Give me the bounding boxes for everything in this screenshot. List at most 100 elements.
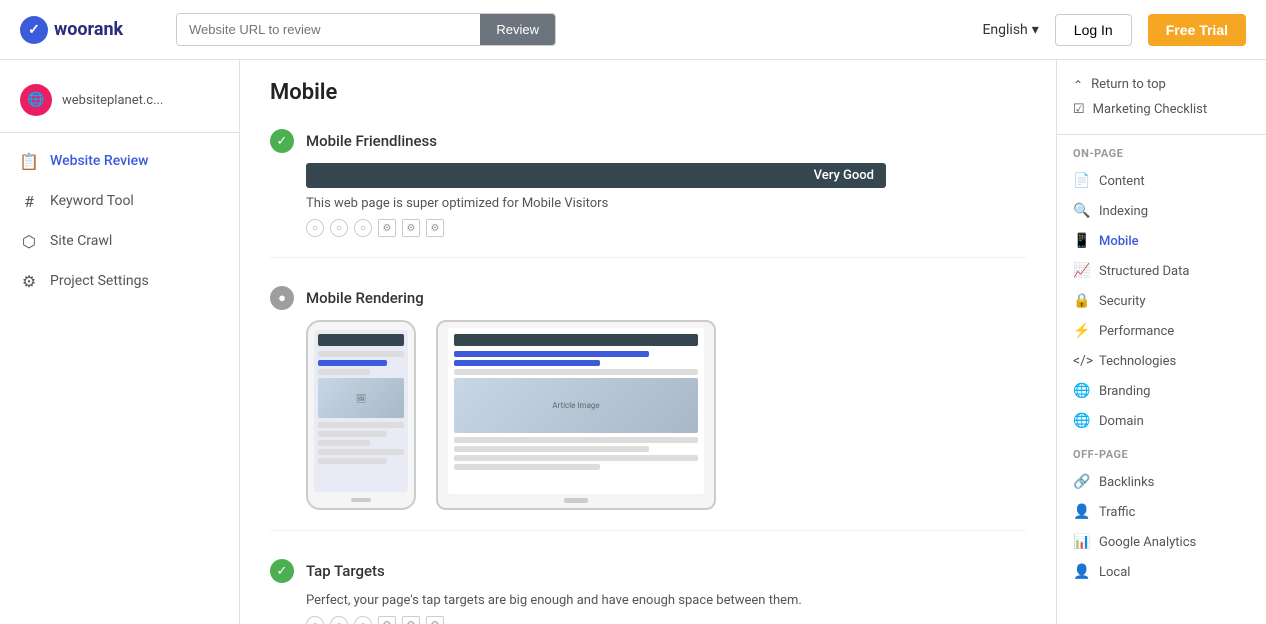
right-nav-domain[interactable]: 🌐 Domain: [1057, 406, 1266, 436]
traffic-icon: 👤: [1073, 504, 1089, 520]
performance-icon: ⚡: [1073, 323, 1089, 339]
language-label: English: [982, 22, 1027, 38]
sidebar-label-website-review: Website Review: [50, 153, 149, 169]
sidebar-item-project-settings[interactable]: ⚙ Project Settings: [0, 261, 239, 301]
sidebar-item-website-review[interactable]: 📋 Website Review: [0, 141, 239, 181]
logo-icon: ✓: [20, 16, 48, 44]
local-icon: 👤: [1073, 564, 1089, 580]
item-title-mobile-rendering: Mobile Rendering: [306, 289, 424, 307]
item-title-tap-targets: Tap Targets: [306, 562, 385, 580]
right-nav-structured-data[interactable]: 📈 Structured Data: [1057, 256, 1266, 286]
main-content: Mobile ✓ Mobile Friendliness Very Good T…: [240, 60, 1056, 624]
right-nav-indexing[interactable]: 🔍 Indexing: [1057, 196, 1266, 226]
rating-bar: Very Good: [306, 163, 886, 188]
mobile-label: Mobile: [1099, 234, 1139, 249]
circle-icon-3[interactable]: ○: [354, 616, 372, 624]
right-nav-google-analytics[interactable]: 📊 Google Analytics: [1057, 527, 1266, 557]
right-nav-performance[interactable]: ⚡ Performance: [1057, 316, 1266, 346]
right-nav-content[interactable]: 📄 Content: [1057, 166, 1266, 196]
item-title-mobile-friendliness: Mobile Friendliness: [306, 132, 437, 150]
phone-screen: 🖼: [314, 330, 408, 492]
security-icon: 🔒: [1073, 293, 1089, 309]
sidebar-item-keyword-tool[interactable]: # Keyword Tool: [0, 181, 239, 221]
review-item-tap-targets: ✓ Tap Targets Perfect, your page's tap t…: [270, 559, 1026, 624]
free-trial-button[interactable]: Free Trial: [1148, 14, 1246, 46]
tablet-screen: Article Image: [448, 328, 704, 494]
gear-icon-tap-3[interactable]: ⚙: [426, 616, 444, 624]
review-item-tap-header: ✓ Tap Targets: [270, 559, 1026, 583]
review-item-rendering-header: ● Mobile Rendering: [270, 286, 1026, 310]
project-settings-icon: ⚙: [20, 272, 38, 290]
branding-label: Branding: [1099, 384, 1150, 399]
left-sidebar: 🌐 websiteplanet.c... 📋 Website Review # …: [0, 60, 240, 624]
marketing-checklist-link[interactable]: ☑ Marketing Checklist: [1073, 97, 1250, 122]
sidebar-label-site-crawl: Site Crawl: [50, 233, 112, 249]
gear-icon-1[interactable]: ⚙: [378, 219, 396, 237]
return-to-top-label: Return to top: [1091, 77, 1166, 92]
right-nav-security[interactable]: 🔒 Security: [1057, 286, 1266, 316]
gear-icon-tap-1[interactable]: ⚙: [378, 616, 396, 624]
right-nav-backlinks[interactable]: 🔗 Backlinks: [1057, 467, 1266, 497]
url-input[interactable]: [177, 14, 480, 45]
indexing-label: Indexing: [1099, 204, 1148, 219]
language-selector[interactable]: English ▾: [982, 22, 1038, 38]
main-layout: 🌐 websiteplanet.c... 📋 Website Review # …: [0, 60, 1266, 624]
chevron-down-icon: ▾: [1032, 22, 1039, 38]
sidebar-item-site-crawl[interactable]: ⬡ Site Crawl: [0, 221, 239, 261]
keyword-tool-icon: #: [20, 192, 38, 210]
phone-button: [351, 498, 371, 502]
backlinks-icon: 🔗: [1073, 474, 1089, 490]
gear-icon-2[interactable]: ⚙: [402, 219, 420, 237]
security-label: Security: [1099, 294, 1146, 309]
right-nav-branding[interactable]: 🌐 Branding: [1057, 376, 1266, 406]
rendering-images: 🖼 Article Image: [306, 320, 1026, 510]
site-info: 🌐 websiteplanet.c...: [0, 76, 239, 133]
tablet-button: [564, 498, 588, 503]
branding-icon: 🌐: [1073, 383, 1089, 399]
performance-label: Performance: [1099, 324, 1174, 339]
site-crawl-icon: ⬡: [20, 232, 38, 250]
share-icon-1[interactable]: ○: [306, 219, 324, 237]
google-analytics-icon: 📊: [1073, 534, 1089, 550]
circle-icon-1[interactable]: ○: [306, 616, 324, 624]
right-nav-traffic[interactable]: 👤 Traffic: [1057, 497, 1266, 527]
logo: ✓ woorank: [20, 16, 160, 44]
marketing-checklist-label: Marketing Checklist: [1093, 102, 1208, 117]
sidebar-label-keyword-tool: Keyword Tool: [50, 193, 134, 209]
domain-icon: 🌐: [1073, 413, 1089, 429]
share-icon-2[interactable]: ○: [330, 219, 348, 237]
tablet-mockup: Article Image: [436, 320, 716, 510]
site-avatar: 🌐: [20, 84, 52, 116]
on-page-section-label: ON-PAGE: [1057, 147, 1266, 166]
status-icon-tap: ✓: [270, 559, 294, 583]
content-label: Content: [1099, 174, 1145, 189]
site-name: websiteplanet.c...: [62, 93, 163, 108]
traffic-label: Traffic: [1099, 505, 1135, 520]
gear-icon-tap-2[interactable]: ⚙: [402, 616, 420, 624]
review-item-mobile-friendliness: ✓ Mobile Friendliness Very Good This web…: [270, 129, 1026, 258]
right-nav-technologies[interactable]: </> Technologies: [1057, 346, 1266, 376]
rating-bar-container: Very Good: [306, 163, 1026, 188]
share-icon-3[interactable]: ○: [354, 219, 372, 237]
item-desc-mobile-friendliness: This web page is super optimized for Mob…: [306, 196, 1026, 211]
item-icons-tap: ○ ○ ○ ⚙ ⚙ ⚙: [306, 616, 1026, 624]
google-analytics-label: Google Analytics: [1099, 535, 1196, 550]
checklist-icon: ☑: [1073, 102, 1085, 117]
indexing-icon: 🔍: [1073, 203, 1089, 219]
right-nav-local[interactable]: 👤 Local: [1057, 557, 1266, 587]
status-icon-good: ✓: [270, 129, 294, 153]
circle-icon-2[interactable]: ○: [330, 616, 348, 624]
header: ✓ woorank Review English ▾ Log In Free T…: [0, 0, 1266, 60]
return-to-top-link[interactable]: ⌃ Return to top: [1073, 72, 1250, 97]
mobile-icon: 📱: [1073, 233, 1089, 249]
backlinks-label: Backlinks: [1099, 475, 1154, 490]
login-button[interactable]: Log In: [1055, 14, 1132, 46]
review-button[interactable]: Review: [480, 14, 555, 45]
gear-icon-3[interactable]: ⚙: [426, 219, 444, 237]
chevron-up-icon: ⌃: [1073, 78, 1083, 92]
off-page-section-label: OFF-PAGE: [1057, 448, 1266, 467]
logo-text: woorank: [54, 19, 123, 40]
right-nav-mobile[interactable]: 📱 Mobile: [1057, 226, 1266, 256]
right-sidebar: ⌃ Return to top ☑ Marketing Checklist ON…: [1056, 60, 1266, 624]
item-desc-tap-targets: Perfect, your page's tap targets are big…: [306, 593, 1026, 608]
